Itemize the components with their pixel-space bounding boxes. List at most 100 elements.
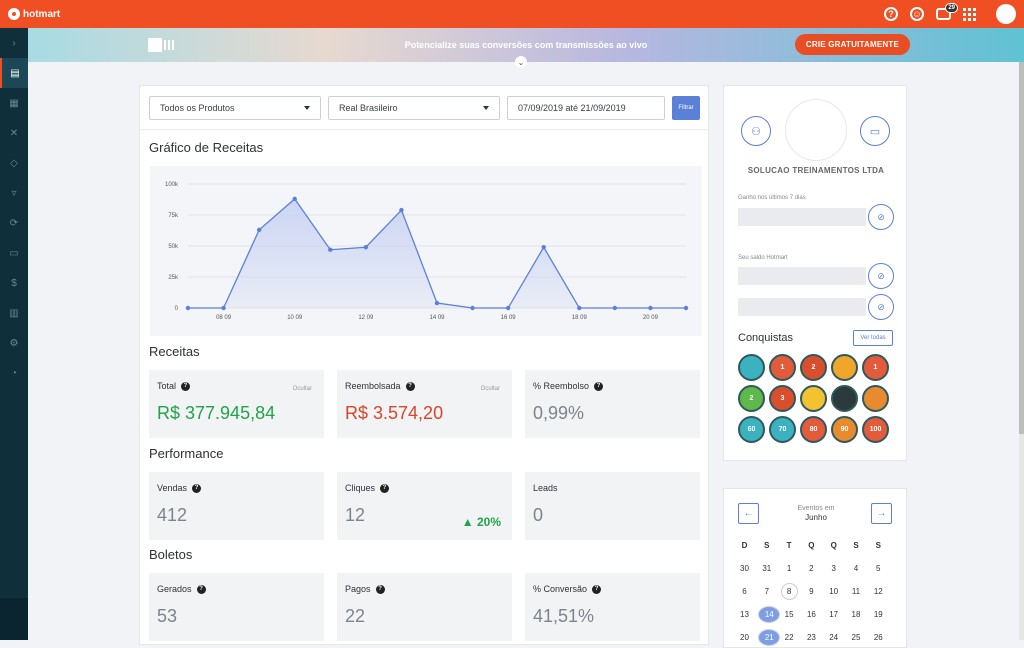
help-icon[interactable]: ? bbox=[181, 381, 191, 391]
medal-icon[interactable] bbox=[738, 354, 765, 381]
medal-icon[interactable] bbox=[831, 385, 858, 412]
help-icon[interactable]: ? bbox=[196, 584, 206, 594]
user-avatar[interactable] bbox=[996, 4, 1016, 24]
calendar-day[interactable]: 20 bbox=[736, 629, 753, 646]
help-icon[interactable]: ? bbox=[884, 7, 898, 21]
sidebar-item-settings[interactable]: ⚙ bbox=[0, 328, 28, 358]
calendar-day[interactable]: 18 bbox=[847, 606, 864, 623]
medal-icon[interactable]: 2 bbox=[738, 385, 765, 412]
create-free-button[interactable]: CRIE GRATUITAMENTE bbox=[794, 34, 910, 55]
profile-avatar[interactable] bbox=[785, 99, 847, 161]
calendar-day[interactable]: 9 bbox=[803, 583, 820, 600]
sidebar-item-dashboard[interactable]: ▤ bbox=[0, 58, 28, 88]
calendar-day[interactable]: 3 bbox=[825, 560, 842, 577]
calendar-day[interactable]: 10 bbox=[825, 583, 842, 600]
date-range-input[interactable]: 07/09/2019 até 21/09/2019 bbox=[507, 96, 665, 120]
calendar-day[interactable]: 22 bbox=[781, 629, 798, 646]
balance-hidden-value-2 bbox=[738, 298, 866, 316]
sidebar-item-finance[interactable]: $ bbox=[0, 268, 28, 298]
eye-off-icon[interactable]: ⊘ bbox=[868, 263, 894, 289]
calendar-day[interactable]: 31 bbox=[758, 560, 775, 577]
calendar-day[interactable]: 26 bbox=[870, 629, 887, 646]
calendar-day[interactable]: 13 bbox=[736, 606, 753, 623]
medal-icon[interactable]: 3 bbox=[769, 385, 796, 412]
calendar-day[interactable]: 7 bbox=[758, 583, 775, 600]
apps-grid-icon[interactable] bbox=[963, 7, 976, 21]
calendar-day[interactable]: 24 bbox=[825, 629, 842, 646]
kpi-clicks-trend: ▲ 20% bbox=[461, 515, 501, 529]
y-tick-label: 25k bbox=[168, 275, 179, 281]
calendar-day[interactable]: 16 bbox=[803, 606, 820, 623]
eye-off-icon[interactable]: ⊘ bbox=[868, 294, 894, 320]
support-icon[interactable]: ☺ bbox=[910, 7, 924, 21]
sidebar-item-analytics[interactable]: ◔ bbox=[0, 358, 28, 388]
currency-select[interactable]: Real Brasileiro bbox=[328, 96, 500, 120]
medal-icon[interactable] bbox=[831, 354, 858, 381]
calendar-day[interactable]: 14 bbox=[758, 606, 781, 623]
medal-icon[interactable]: 60 bbox=[738, 416, 765, 443]
x-tick-label: 08 09 bbox=[216, 315, 232, 321]
medal-icon[interactable]: 1 bbox=[769, 354, 796, 381]
calendar-day[interactable]: 1 bbox=[781, 560, 798, 577]
kpi-refund-pct-label: % Reembolso bbox=[533, 381, 590, 391]
calendar-day[interactable]: 2 bbox=[803, 560, 820, 577]
calendar-day[interactable]: 15 bbox=[781, 606, 798, 623]
help-icon[interactable]: ? bbox=[594, 381, 604, 391]
kpi-boletos-generated: Gerados? 53 bbox=[149, 573, 324, 641]
medal-icon[interactable] bbox=[862, 385, 889, 412]
calendar-day[interactable]: 25 bbox=[847, 629, 864, 646]
help-icon[interactable]: ? bbox=[405, 381, 415, 391]
help-icon[interactable]: ? bbox=[375, 584, 385, 594]
medal-icon[interactable]: 90 bbox=[831, 416, 858, 443]
calendar-day[interactable]: 5 bbox=[870, 560, 887, 577]
chevron-down-icon[interactable]: ⌄ bbox=[515, 56, 527, 68]
messages-icon[interactable]: ▭ bbox=[860, 116, 890, 146]
sidebar-item-subscriptions[interactable]: ⟳ bbox=[0, 208, 28, 238]
sidebar-item-products[interactable]: ▦ bbox=[0, 88, 28, 118]
expand-sidebar-icon[interactable]: › bbox=[0, 28, 28, 58]
help-icon[interactable]: ? bbox=[380, 483, 390, 493]
eye-off-icon[interactable]: ⊘ bbox=[868, 204, 894, 230]
earned-label: Ganho nos últimos 7 dias bbox=[738, 195, 806, 201]
calendar-day[interactable]: 17 bbox=[825, 606, 842, 623]
medal-icon[interactable] bbox=[800, 385, 827, 412]
calendar-day[interactable]: 21 bbox=[758, 629, 781, 646]
hide-total-link[interactable]: Ocultar bbox=[293, 386, 312, 392]
calendar-day[interactable]: 12 bbox=[870, 583, 887, 600]
kpi-leads-label: Leads bbox=[533, 483, 558, 493]
chart-point bbox=[363, 245, 369, 250]
product-select[interactable]: Todos os Produtos bbox=[149, 96, 321, 120]
sidebar-item-box[interactable]: ◇ bbox=[0, 148, 28, 178]
calendar-day[interactable]: 4 bbox=[847, 560, 864, 577]
sidebar-item-reports[interactable]: ▥ bbox=[0, 298, 28, 328]
kpi-refunded-label: Reembolsada bbox=[345, 381, 401, 391]
chat-icon[interactable]: 29 bbox=[936, 3, 958, 20]
arrow-right-icon[interactable]: → bbox=[871, 503, 892, 524]
sidebar-item-cart[interactable]: ▿ bbox=[0, 178, 28, 208]
achievements-title: Conquistas bbox=[738, 332, 794, 344]
medal-icon[interactable]: 1 bbox=[862, 354, 889, 381]
calendar-weekday: D bbox=[741, 541, 748, 550]
hide-refunded-link[interactable]: Ocultar bbox=[481, 386, 500, 392]
medal-icon[interactable]: 100 bbox=[862, 416, 889, 443]
help-icon[interactable]: ? bbox=[592, 584, 602, 594]
calendar-day[interactable]: 6 bbox=[736, 583, 753, 600]
calendar-day[interactable]: 30 bbox=[736, 560, 753, 577]
divider bbox=[140, 129, 708, 130]
medal-icon[interactable]: 80 bbox=[800, 416, 827, 443]
user-settings-icon[interactable]: ⚇ bbox=[741, 116, 771, 146]
calendar-day[interactable]: 23 bbox=[803, 629, 820, 646]
calendar-day[interactable]: 19 bbox=[870, 606, 887, 623]
see-all-button[interactable]: Ver todas bbox=[853, 330, 893, 346]
help-icon[interactable]: ? bbox=[192, 483, 202, 493]
scrollbar-thumb[interactable] bbox=[1019, 62, 1024, 434]
calendar-weekday: S bbox=[875, 541, 881, 550]
filter-button[interactable]: Filtrar bbox=[672, 96, 700, 120]
sidebar-item-messages[interactable]: ▭ bbox=[0, 238, 28, 268]
calendar-day[interactable]: 11 bbox=[847, 583, 864, 600]
calendar-day[interactable]: 8 bbox=[780, 583, 798, 600]
hotmart-logo[interactable]: hotmart bbox=[8, 8, 60, 20]
medal-icon[interactable]: 70 bbox=[769, 416, 796, 443]
medal-icon[interactable]: 2 bbox=[800, 354, 827, 381]
sidebar-item-affiliates[interactable]: ✕ bbox=[0, 118, 28, 148]
